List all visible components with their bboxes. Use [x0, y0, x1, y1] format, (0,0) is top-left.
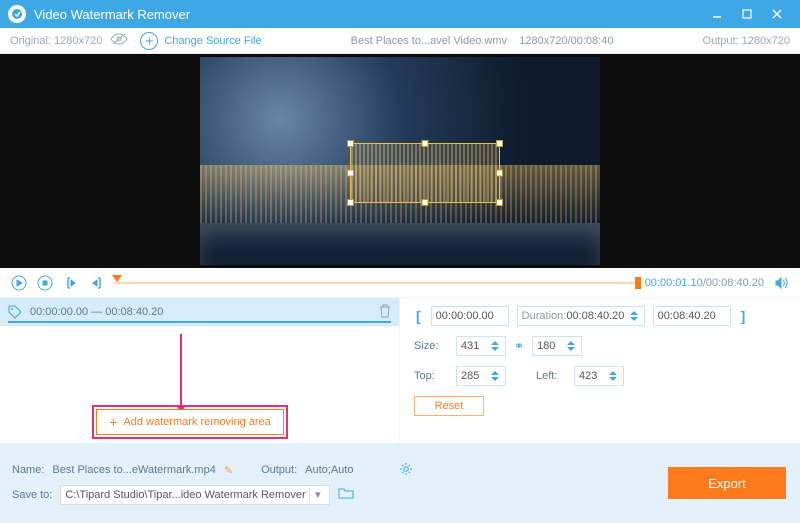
watermark-selection-box[interactable]	[350, 143, 500, 203]
title-bar: Video Watermark Remover	[0, 0, 800, 28]
properties-panel: [ Duration: ] Size: ⚭ Top: Left: Reset	[400, 298, 800, 443]
resize-handle[interactable]	[496, 170, 503, 177]
maximize-button[interactable]	[732, 0, 762, 28]
close-button[interactable]	[762, 0, 792, 28]
segment-progress[interactable]	[8, 321, 391, 323]
stop-button[interactable]	[36, 274, 54, 292]
rename-icon[interactable]: ✎	[224, 464, 233, 477]
output-name: Best Places to...eWatermark.mp4	[52, 464, 215, 476]
height-input[interactable]	[532, 336, 582, 356]
tag-icon	[8, 305, 22, 319]
info-bar: Original: 1280x720 Change Source File Be…	[0, 28, 800, 54]
change-source-label: Change Source File	[164, 35, 261, 47]
bracket-open-icon[interactable]: [	[414, 308, 423, 324]
preview-toggle-icon[interactable]	[110, 32, 128, 49]
left-input[interactable]	[574, 366, 624, 386]
output-res: Output: 1280x720	[703, 35, 790, 47]
resize-handle[interactable]	[496, 199, 503, 206]
path-dropdown-icon[interactable]: ▾	[309, 488, 325, 501]
change-source-button[interactable]: Change Source File	[140, 32, 261, 50]
original-label: Original: 1280x720	[10, 35, 102, 47]
resize-handle[interactable]	[422, 199, 429, 206]
segment-row[interactable]: 00:00:00.00 — 00:08:40.20	[0, 298, 399, 326]
resize-handle[interactable]	[347, 170, 354, 177]
spinner-icon[interactable]	[609, 371, 619, 381]
video-preview[interactable]	[200, 57, 600, 265]
plus-circle-icon	[140, 32, 158, 50]
add-watermark-area-button[interactable]: + Add watermark removing area	[96, 409, 284, 435]
top-label: Top:	[414, 370, 448, 382]
output-format: Auto;Auto	[305, 464, 353, 476]
duration-input[interactable]: Duration:	[517, 306, 645, 326]
mark-in-button[interactable]	[62, 274, 80, 292]
spinner-icon[interactable]	[630, 311, 639, 321]
segment-times: 00:00:00.00 — 00:08:40.20	[30, 306, 371, 318]
save-to-label: Save to:	[12, 489, 52, 501]
panels: 00:00:00.00 — 00:08:40.20 + Add watermar…	[0, 298, 800, 443]
spinner-icon[interactable]	[491, 341, 501, 351]
resize-handle[interactable]	[422, 140, 429, 147]
name-label: Name:	[12, 464, 44, 476]
resize-handle[interactable]	[347, 199, 354, 206]
size-label: Size:	[414, 340, 448, 352]
spinner-icon[interactable]	[491, 371, 501, 381]
add-watermark-label: Add watermark removing area	[123, 416, 270, 428]
preview-area	[0, 54, 800, 268]
segments-panel: 00:00:00.00 — 00:08:40.20 + Add watermar…	[0, 298, 400, 443]
settings-icon[interactable]	[399, 462, 413, 479]
volume-icon[interactable]	[772, 274, 790, 292]
footer: Name: Best Places to...eWatermark.mp4 ✎ …	[0, 443, 800, 523]
delete-segment-icon[interactable]	[379, 304, 391, 321]
player-controls: 00:00:01.10/00:08:40.20	[0, 268, 800, 298]
resize-handle[interactable]	[347, 140, 354, 147]
resize-handle[interactable]	[496, 140, 503, 147]
export-button[interactable]: Export	[668, 467, 786, 499]
save-path-input[interactable]: ▾	[60, 485, 330, 505]
link-dimensions-icon[interactable]: ⚭	[514, 339, 524, 353]
output-label: Output:	[261, 464, 297, 476]
minimize-button[interactable]	[702, 0, 732, 28]
left-label: Left:	[536, 370, 566, 382]
mark-out-button[interactable]	[88, 274, 106, 292]
timeline-slider[interactable]	[114, 277, 637, 289]
spinner-icon[interactable]	[567, 341, 577, 351]
annotation-arrow	[180, 334, 182, 412]
open-folder-icon[interactable]	[338, 486, 354, 503]
app-title: Video Watermark Remover	[34, 7, 190, 22]
app-logo-icon	[8, 5, 26, 23]
end-time-input[interactable]	[653, 306, 731, 326]
start-time-input[interactable]	[431, 306, 509, 326]
play-button[interactable]	[10, 274, 28, 292]
plus-icon: +	[109, 415, 117, 429]
reset-button[interactable]: Reset	[414, 396, 484, 416]
width-input[interactable]	[456, 336, 506, 356]
file-info: Best Places to...avel Video.wmv 1280x720…	[262, 35, 703, 47]
top-input[interactable]	[456, 366, 506, 386]
time-readout: 00:00:01.10/00:08:40.20	[645, 277, 764, 289]
